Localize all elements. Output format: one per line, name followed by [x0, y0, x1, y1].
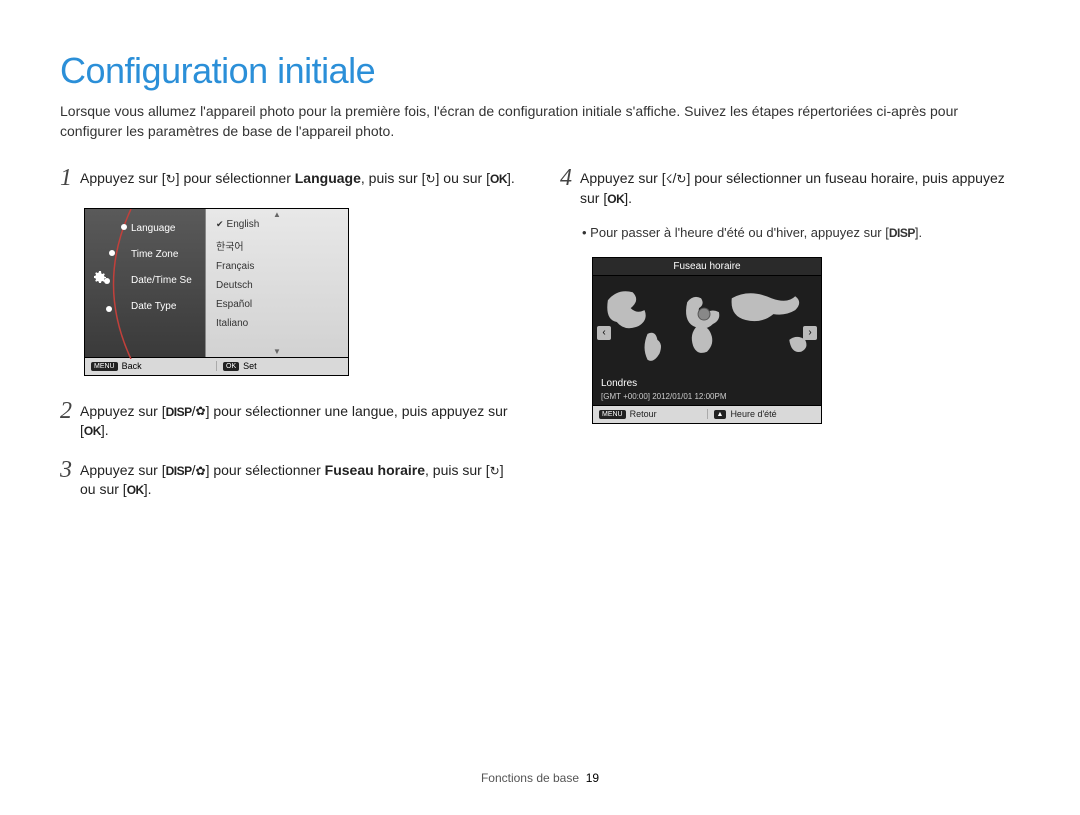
tz-left-arrow: ‹	[597, 326, 611, 340]
self-timer-icon: ↻	[425, 171, 435, 188]
gear-icon	[91, 269, 107, 285]
step-2-text: Appuyez sur [DISP/✿] pour sélectionner u…	[80, 398, 520, 441]
lang-spanish: Español	[216, 295, 338, 314]
timezone-screenshot: Fuseau horaire ‹ › Londres [GMT	[592, 257, 822, 424]
step-3-text: Appuyez sur [DISP/✿] pour sélectionner F…	[80, 457, 520, 500]
menu-datetype: Date Type	[131, 301, 176, 312]
menu-label-icon: MENU	[599, 410, 626, 419]
step-number: 2	[60, 398, 72, 424]
footer-back: MENU Back	[85, 361, 216, 371]
tz-city: Londres	[601, 378, 637, 389]
step-4-bullet: Pour passer à l'heure d'été ou d'hiver, …	[592, 224, 1020, 242]
chevron-up-icon: ▲	[273, 210, 281, 219]
disp-icon: DISP	[166, 464, 192, 478]
tz-right-arrow: ›	[803, 326, 817, 340]
step-1-text: Appuyez sur [↻] pour sélectionner Langua…	[80, 165, 515, 189]
intro-paragraph: Lorsque vous allumez l'appareil photo po…	[60, 102, 1020, 141]
language-menu-screenshot: Language Time Zone Date/Time Se Date Typ…	[84, 208, 349, 376]
content-columns: 1 Appuyez sur [↻] pour sélectionner Lang…	[60, 165, 1020, 516]
tz-footer-dst: ▲ Heure d'été	[707, 409, 822, 419]
self-timer-icon: ↻	[490, 463, 500, 480]
ok-label-icon: OK	[223, 362, 239, 371]
step-3: 3 Appuyez sur [DISP/✿] pour sélectionner…	[60, 457, 520, 500]
page-footer: Fonctions de base 19	[0, 771, 1080, 785]
disp-icon: DISP	[889, 226, 915, 240]
menu-language: Language	[131, 223, 176, 234]
ok-icon: OK	[490, 172, 507, 186]
step-number: 4	[560, 165, 572, 191]
ok-icon: OK	[607, 192, 624, 206]
menu-timezone: Time Zone	[131, 249, 178, 260]
step-2: 2 Appuyez sur [DISP/✿] pour sélectionner…	[60, 398, 520, 441]
up-label-icon: ▲	[714, 410, 727, 419]
world-map-illustration	[593, 280, 821, 370]
ok-icon: OK	[84, 424, 101, 438]
left-column: 1 Appuyez sur [↻] pour sélectionner Lang…	[60, 165, 520, 516]
right-column: 4 Appuyez sur [☇/↻] pour sélectionner un…	[560, 165, 1020, 516]
lang-korean: 한국어	[216, 234, 338, 257]
lang-italian: Italiano	[216, 314, 338, 333]
page-title: Configuration initiale	[60, 50, 1020, 92]
step-number: 3	[60, 457, 72, 483]
menu-datetime: Date/Time Se	[131, 275, 192, 286]
self-timer-icon: ↻	[676, 171, 686, 188]
tz-footer-back: MENU Retour	[593, 409, 707, 419]
menu-label-icon: MENU	[91, 362, 118, 371]
step-4-text: Appuyez sur [☇/↻] pour sélectionner un f…	[580, 165, 1020, 208]
step-number: 1	[60, 165, 72, 191]
lang-german: Deutsch	[216, 276, 338, 295]
chevron-down-icon: ▼	[273, 347, 281, 356]
footer-set: OK Set	[216, 361, 348, 371]
disp-icon: DISP	[166, 405, 192, 419]
step-1: 1 Appuyez sur [↻] pour sélectionner Lang…	[60, 165, 520, 191]
tz-datetime: [GMT +00:00] 2012/01/01 12:00PM	[601, 392, 727, 401]
macro-icon: ✿	[196, 463, 206, 480]
macro-icon: ✿	[196, 403, 206, 420]
lang-french: Français	[216, 257, 338, 276]
tz-title: Fuseau horaire	[592, 257, 822, 276]
ok-icon: OK	[127, 483, 144, 497]
step-4: 4 Appuyez sur [☇/↻] pour sélectionner un…	[560, 165, 1020, 208]
self-timer-icon: ↻	[166, 171, 176, 188]
